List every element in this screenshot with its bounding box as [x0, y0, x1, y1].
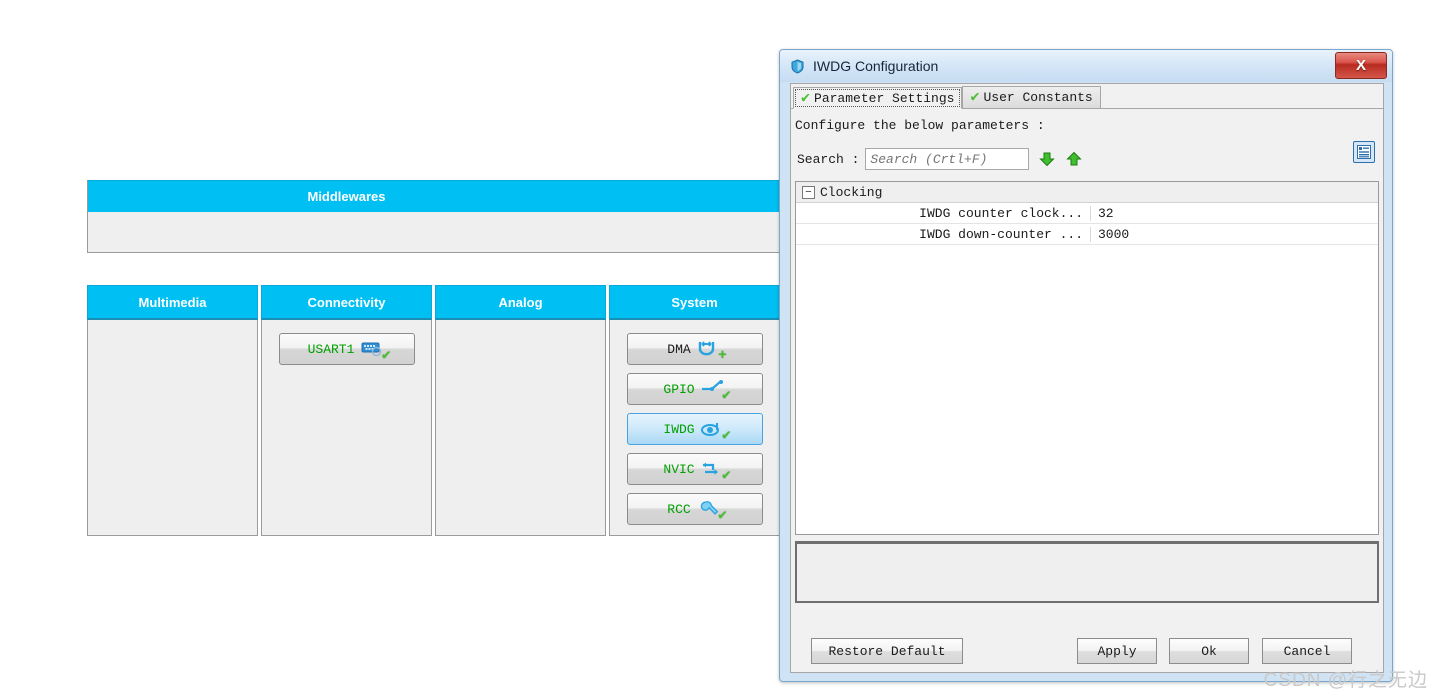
search-row: Search : — [791, 133, 1383, 173]
description-panel — [795, 541, 1379, 603]
check-icon: ✔ — [381, 348, 391, 364]
column-multimedia: Multimedia — [87, 285, 258, 536]
column-title: Analog — [498, 294, 543, 310]
close-icon[interactable]: X — [1335, 52, 1387, 79]
peripheral-label: GPIO — [663, 381, 695, 397]
peripheral-label: NVIC — [663, 461, 695, 477]
column-header-system: System — [609, 285, 780, 320]
column-title: Multimedia — [138, 294, 207, 310]
plus-icon: + — [718, 348, 727, 364]
middlewares-title: Middlewares — [307, 189, 386, 204]
peripheral-button-gpio[interactable]: GPIO ✔ — [626, 373, 763, 405]
tab-user-constants[interactable]: ✔ User Constants — [962, 86, 1101, 108]
tab-parameter-settings[interactable]: ✔ Parameter Settings — [793, 87, 963, 109]
column-body-connectivity: USART1 ✔ — [261, 320, 432, 536]
watermark: CSDN @行之无边 — [1263, 670, 1428, 691]
peripheral-button-nvic[interactable]: NVIC ✔ — [626, 453, 763, 485]
middlewares-panel: Middlewares — [87, 180, 784, 253]
parameter-value[interactable]: 3000 — [1091, 227, 1129, 242]
table-group-row[interactable]: − Clocking — [796, 182, 1378, 203]
parameter-name: IWDG down-counter ... — [796, 226, 1091, 242]
peripheral-button-usart1[interactable]: USART1 ✔ — [278, 333, 415, 365]
iwdg-configuration-dialog: IWDG Configuration X ✔ Parameter Setting… — [779, 49, 1393, 682]
instruction-text: Configure the below parameters : — [795, 118, 1045, 133]
dma-icon: + — [696, 339, 727, 363]
collapse-icon[interactable]: − — [802, 185, 815, 199]
search-next-icon[interactable] — [1038, 150, 1056, 168]
peripheral-columns: Multimedia Connectivity USART1 ✔ Analog … — [87, 285, 780, 536]
cancel-button[interactable]: Cancel — [1262, 638, 1352, 664]
table-row[interactable]: IWDG counter clock... 32 — [796, 203, 1378, 224]
dialog-body: ✔ Parameter Settings ✔ User Constants Co… — [790, 83, 1384, 673]
tab-label: Parameter Settings — [814, 90, 955, 106]
list-view-icon[interactable] — [1353, 141, 1375, 163]
column-title: System — [671, 294, 718, 310]
column-header-connectivity: Connectivity — [261, 285, 432, 320]
restore-default-button[interactable]: Restore Default — [811, 638, 963, 664]
middlewares-header: Middlewares — [87, 180, 784, 212]
peripheral-label: IWDG — [663, 421, 695, 437]
table-group-label: Clocking — [820, 184, 883, 200]
check-icon: ✔ — [970, 89, 980, 106]
tab-label: User Constants — [983, 90, 1093, 105]
column-title: Connectivity — [307, 294, 386, 310]
ok-button[interactable]: Ok — [1169, 638, 1249, 664]
search-previous-icon[interactable] — [1065, 150, 1083, 168]
peripheral-button-iwdg[interactable]: IWDG ✔ — [626, 413, 763, 445]
column-analog: Analog — [435, 285, 606, 536]
parameter-value[interactable]: 32 — [1091, 206, 1114, 221]
check-icon: ✔ — [718, 508, 727, 524]
nvic-icon: ✔ — [700, 459, 731, 483]
dialog-title: IWDG Configuration — [813, 58, 939, 74]
column-body-multimedia — [87, 320, 258, 536]
column-body-analog — [435, 320, 606, 536]
column-system: System DMA + GPIO ✔ IWDG ✔ NVIC ✔ RCC ✔ — [609, 285, 780, 536]
check-icon: ✔ — [801, 89, 811, 107]
peripheral-button-dma[interactable]: DMA + — [626, 333, 763, 365]
check-icon: ✔ — [722, 468, 731, 484]
parameter-name: IWDG counter clock... — [796, 205, 1091, 221]
peripheral-label: RCC — [667, 501, 691, 517]
rcc-icon: ✔ — [696, 499, 727, 523]
connector-icon: ✔ — [359, 339, 390, 363]
iwdg-icon: ✔ — [700, 419, 731, 443]
search-label: Search : — [797, 151, 860, 167]
peripheral-button-rcc[interactable]: RCC ✔ — [626, 493, 763, 525]
gpio-icon: ✔ — [700, 379, 731, 403]
apply-button[interactable]: Apply — [1077, 638, 1157, 664]
check-icon: ✔ — [722, 388, 731, 404]
column-body-system: DMA + GPIO ✔ IWDG ✔ NVIC ✔ RCC ✔ — [609, 320, 780, 536]
peripheral-label: DMA — [667, 341, 691, 357]
shield-icon — [790, 58, 805, 74]
column-header-analog: Analog — [435, 285, 606, 320]
table-row[interactable]: IWDG down-counter ... 3000 — [796, 224, 1378, 245]
dialog-button-row: Restore Default Apply Ok Cancel — [795, 638, 1379, 664]
check-icon: ✔ — [722, 428, 731, 444]
column-header-multimedia: Multimedia — [87, 285, 258, 320]
parameters-table[interactable]: − Clocking IWDG counter clock... 32 IWDG… — [795, 181, 1379, 535]
peripheral-label: USART1 — [307, 341, 355, 357]
column-connectivity: Connectivity USART1 ✔ — [261, 285, 432, 536]
dialog-titlebar[interactable]: IWDG Configuration X — [780, 50, 1392, 82]
middlewares-body — [87, 212, 784, 253]
tabstrip: ✔ Parameter Settings ✔ User Constants — [791, 84, 1383, 109]
search-input[interactable] — [865, 148, 1030, 170]
